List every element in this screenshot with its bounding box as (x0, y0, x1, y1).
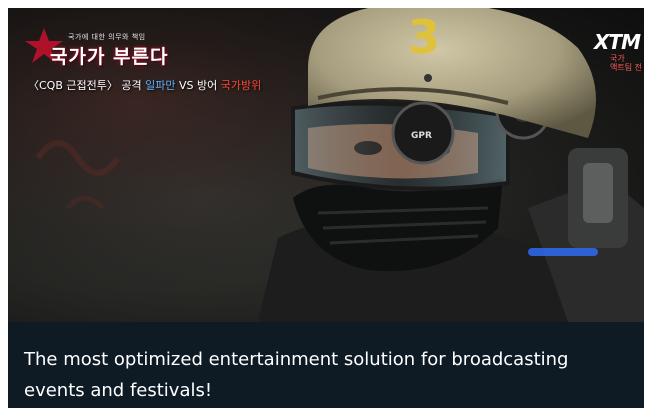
subtitle-prefix: 〈CQB 근접전투〉 공격 (28, 79, 146, 92)
channel-sub-text: 국가 액트팀 전 (610, 54, 642, 72)
channel-logo-text: XTM (594, 30, 641, 54)
subtitle-defense-team: 국가방위 (220, 79, 262, 92)
subtitle-versus: VS 방어 (175, 79, 221, 92)
caption-bar: The most optimized entertainment solutio… (8, 322, 644, 408)
channel-sub-line-1: 국가 (610, 54, 625, 63)
channel-sub-line-2: 액트팀 전 (610, 63, 642, 72)
goggle-label: GPR (411, 131, 432, 141)
program-subtitle: 〈CQB 근접전투〉 공격 일파만 VS 방어 국가방위 (28, 77, 261, 93)
program-logo: 국가에 대한 의무와 책임 국가가 부른다 〈CQB 근접전투〉 공격 일파만 … (20, 20, 261, 93)
program-title: 국가가 부른다 (50, 46, 169, 68)
helmet-number: 3 (408, 10, 440, 64)
media-card: GPR 3 국가에 대한 의무와 책임 국가가 부른다 〈CQB 근접전투〉 공… (8, 8, 644, 408)
channel-logo: XTM 국가 액트팀 전 (592, 30, 644, 74)
subtitle-attack-team: 일파만 (145, 79, 176, 92)
caption-text: The most optimized entertainment solutio… (24, 349, 569, 401)
program-tagline: 국가에 대한 의무와 책임 (68, 33, 146, 41)
broadcast-still-image: GPR 3 국가에 대한 의무와 책임 국가가 부른다 〈CQB 근접전투〉 공… (8, 8, 644, 322)
